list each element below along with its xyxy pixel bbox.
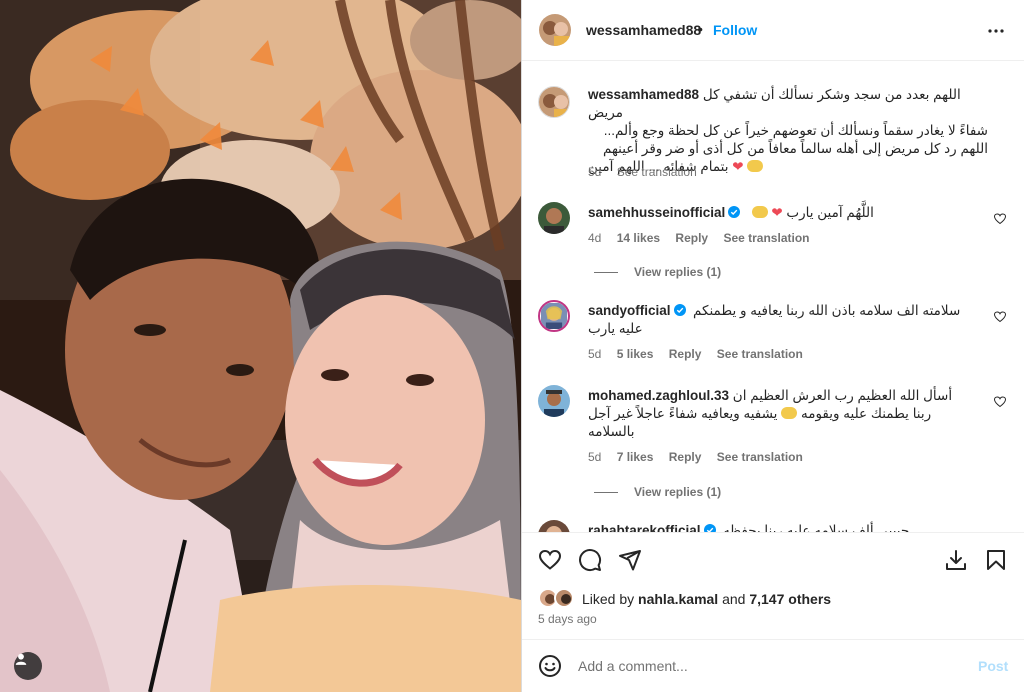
comment-line-1: أسأل الله العظيم رب العرش العظيم ان (732, 388, 953, 403)
raised-hands-emoji (747, 160, 764, 172)
liked-by-label: Liked by (582, 591, 635, 607)
comment-likes[interactable]: 14 likes (617, 231, 660, 245)
reply-button[interactable]: Reply (675, 231, 708, 245)
caption-username[interactable]: wessamhamed88 (588, 87, 699, 102)
comment-text: mohamed.zaghloul.33 أسأل الله العظيم رب … (588, 387, 988, 441)
separator-dot: • (698, 21, 703, 37)
comment-like-heart-icon[interactable] (994, 213, 1006, 225)
avatar[interactable] (538, 385, 570, 417)
raised-hands-emoji (751, 206, 768, 218)
comment-meta: 5d 5 likes Reply See translation (588, 347, 815, 361)
divider-line (594, 492, 618, 494)
comment-line-4: بالسلامه (588, 424, 635, 439)
comment-text: samehhusseinofficial ❤ اللَّهُم آمين يار… (588, 204, 968, 222)
post-header: wessamhamed88 • Follow (522, 0, 1024, 61)
comments-list[interactable]: wessamhamed88 اللهم بعدد من سجد وشكر نسأ… (522, 62, 1024, 532)
view-replies-label: View replies (1) (634, 265, 722, 279)
post-comment-button[interactable]: Post (978, 658, 1008, 674)
avatar[interactable] (538, 300, 570, 332)
see-translation-link[interactable]: See translation (723, 231, 809, 245)
comment-line-2: عليه يارب (588, 321, 643, 336)
view-replies-label: View replies (1) (634, 485, 722, 499)
avatar[interactable] (538, 520, 570, 532)
bookmark-icon[interactable] (984, 548, 1008, 572)
likes-text: Liked by nahla.kamal and 7,147 others (582, 591, 831, 607)
avatar[interactable] (538, 202, 570, 234)
verified-badge-icon (703, 524, 716, 532)
tagged-users-button[interactable] (14, 652, 42, 680)
comment-line: حبيبي ألف سلامه عليه ربنا يحفظه (723, 523, 910, 532)
comment-username[interactable]: mohamed.zaghloul.33 (588, 388, 729, 403)
post-photo[interactable] (0, 0, 521, 692)
comment-text: rahabtarekofficial حبيبي ألف سلامه عليه … (588, 522, 988, 532)
post-time-ago[interactable]: 5 days ago (538, 612, 597, 626)
liker-avatar[interactable] (554, 588, 574, 608)
comment-line: اللَّهُم آمين يارب (786, 205, 874, 220)
caption-line-2: شفاءً لا يغادر سقماً ونسألك أن تعوضهم خي… (603, 123, 988, 138)
comment-icon[interactable] (578, 548, 602, 572)
heart-icon[interactable] (538, 548, 562, 572)
comment-time[interactable]: 5d (588, 347, 601, 361)
comment-username[interactable]: samehhusseinofficial (588, 205, 725, 220)
post-actions (522, 532, 1024, 584)
post-details-panel: wessamhamed88 • Follow wessamhamed88 الل… (521, 0, 1024, 692)
comment-line-1: سلامته الف سلامه باذن الله ربنا يعافيه و… (693, 303, 961, 318)
share-icon[interactable] (618, 548, 642, 572)
see-translation-link[interactable]: See translation (617, 165, 697, 179)
likes-and-label: and (722, 591, 746, 607)
verified-badge-icon (673, 304, 686, 316)
see-translation-link[interactable]: See translation (717, 450, 803, 464)
comment-meta: 4d 14 likes Reply See translation (588, 231, 821, 245)
see-translation-link[interactable]: See translation (717, 347, 803, 361)
view-replies-button[interactable]: View replies (1) (594, 485, 721, 499)
more-horizontal-icon[interactable] (984, 19, 1008, 43)
red-heart-emoji: ❤ (732, 159, 744, 174)
comment-line-2: يشفيه ويعافيه شفاءً عاجلاً غير آجل (588, 406, 778, 421)
red-heart-emoji: ❤ (771, 205, 783, 220)
comment-username[interactable]: sandyofficial (588, 303, 671, 318)
download-icon[interactable] (944, 548, 968, 572)
verified-badge-icon (728, 206, 741, 218)
view-replies-button[interactable]: View replies (1) (594, 265, 721, 279)
avatar[interactable] (538, 86, 570, 118)
comment-username[interactable]: rahabtarekofficial (588, 523, 701, 532)
liker-username[interactable]: nahla.kamal (638, 591, 718, 607)
follow-button[interactable]: Follow (713, 22, 757, 38)
caption-text: wessamhamed88 اللهم بعدد من سجد وشكر نسأ… (588, 86, 988, 176)
comment-time[interactable]: 5d (588, 450, 601, 464)
user-icon (15, 653, 27, 665)
comment-time[interactable]: 4d (588, 231, 601, 245)
raised-hands-emoji (781, 407, 798, 419)
avatar[interactable] (539, 14, 571, 46)
comment-input[interactable] (578, 656, 958, 676)
photo-illustration (0, 0, 521, 692)
add-comment-bar: Post (522, 639, 1024, 692)
comment-likes[interactable]: 7 likes (617, 450, 654, 464)
caption-time[interactable]: 5d (588, 165, 601, 179)
post-author-username[interactable]: wessamhamed88 (586, 22, 701, 38)
comment-like-heart-icon[interactable] (994, 311, 1006, 323)
caption-line-3: اللهم رد كل مريض إلى أهله سالماً معافاً … (602, 141, 988, 156)
comment-text: sandyofficial سلامته الف سلامه باذن الله… (588, 302, 988, 338)
divider-line (594, 272, 618, 274)
reply-button[interactable]: Reply (669, 450, 702, 464)
comment-line-3: ربنا يطمنك عليه ويقومه (800, 406, 932, 421)
comment-meta: 5d 7 likes Reply See translation (588, 450, 815, 464)
emoji-smile-icon[interactable] (538, 654, 562, 678)
likes-others-link[interactable]: 7,147 others (749, 591, 831, 607)
comment-like-heart-icon[interactable] (994, 396, 1006, 408)
comment-likes[interactable]: 5 likes (617, 347, 654, 361)
caption-meta: 5d See translation (588, 165, 709, 179)
reply-button[interactable]: Reply (669, 347, 702, 361)
